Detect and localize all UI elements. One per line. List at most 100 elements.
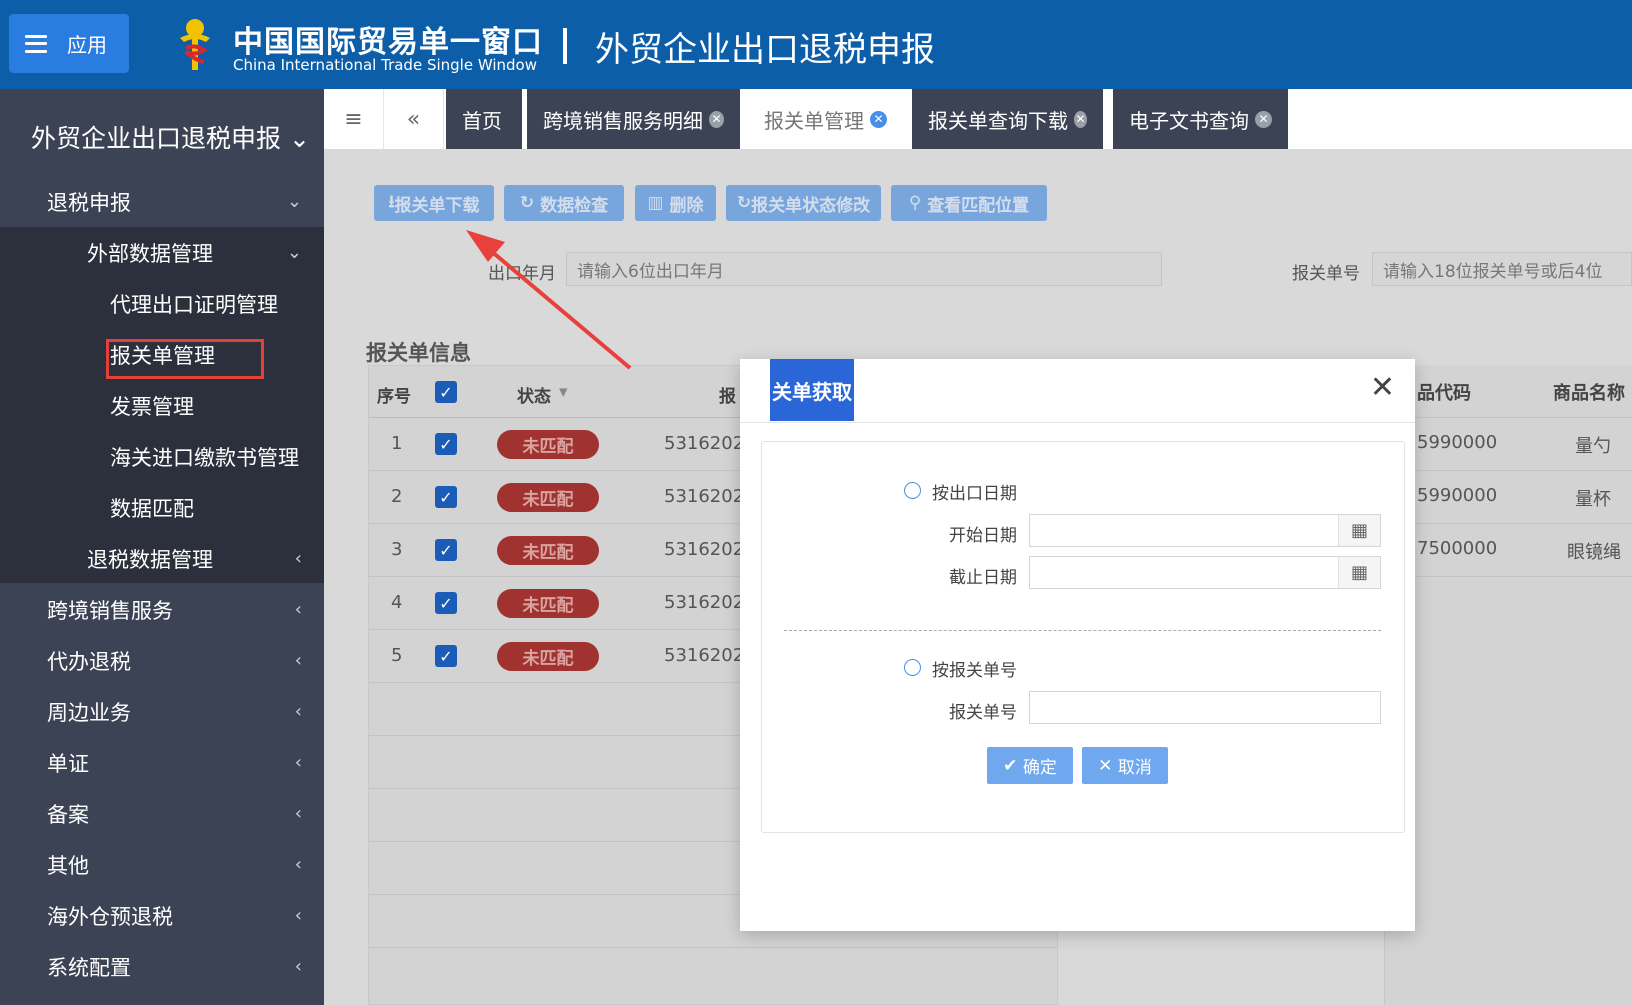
- table-header: 品代码 商品名称: [1385, 365, 1632, 418]
- row-checkbox[interactable]: ✓: [435, 592, 457, 614]
- select-all-checkbox[interactable]: ✓: [435, 381, 457, 403]
- row-checkbox[interactable]: ✓: [435, 645, 457, 667]
- export-month-input[interactable]: 请输入6位出口年月: [566, 252, 1162, 286]
- chevron-left-icon: ‹: [294, 599, 302, 620]
- confirm-button[interactable]: ✔ 确定: [987, 747, 1073, 784]
- table-row[interactable]: 5990000 量杯: [1385, 471, 1632, 524]
- app-menu-label: 应用: [67, 33, 107, 57]
- declaration-no-field-label: 报关单号: [949, 703, 1017, 723]
- declaration-no-label: 报关单号: [1292, 264, 1360, 284]
- close-icon[interactable]: ✕: [1255, 110, 1272, 128]
- chevron-left-icon: ‹: [294, 854, 302, 875]
- table-row[interactable]: 5990000 量勺: [1385, 418, 1632, 471]
- menu-toggle-icon[interactable]: ≡: [324, 89, 384, 149]
- tab-declaration-mgmt[interactable]: 报关单管理 ✕: [748, 89, 909, 149]
- sidebar-item-cross-border[interactable]: 跨境销售服务 ‹: [0, 584, 324, 635]
- chevron-left-icon: ‹: [294, 752, 302, 773]
- start-date-label: 开始日期: [949, 526, 1017, 546]
- sidebar-item-system-config[interactable]: 系统配置 ‹: [0, 941, 324, 992]
- sort-caret-icon[interactable]: ▾: [559, 382, 568, 402]
- hamburger-icon: [25, 34, 47, 53]
- declaration-no-input[interactable]: 请输入18位报关单号或后4位: [1372, 252, 1632, 286]
- download-declaration-button[interactable]: ⭳ 报关单下载: [374, 185, 494, 221]
- data-check-button[interactable]: ↻ 数据检查: [504, 185, 624, 221]
- app-menu-button[interactable]: 应用: [9, 14, 129, 73]
- dialog-body: 按出口日期 开始日期 ▦ 截止日期 ▦ 按报关单号 报关单号 ✔ 确定 ✕ 取消: [761, 441, 1405, 833]
- close-icon: ✕: [1098, 755, 1118, 776]
- declaration-fetch-dialog: 关单获取 ✕ 按出口日期 开始日期 ▦ 截止日期 ▦ 按报关单号 报关单号 ✔ …: [740, 359, 1415, 931]
- cancel-button[interactable]: ✕ 取消: [1082, 747, 1168, 784]
- sidebar-title[interactable]: 外贸企业出口退税申报 ⌄: [31, 119, 310, 155]
- sidebar-item-peripheral[interactable]: 周边业务 ‹: [0, 686, 324, 737]
- chevron-left-icon: ‹: [294, 701, 302, 722]
- dialog-header: 关单获取 ✕: [740, 359, 1415, 423]
- trash-icon: ▥: [647, 193, 670, 213]
- by-date-radio[interactable]: [904, 482, 921, 499]
- check-icon: ✔: [1003, 755, 1023, 776]
- view-match-button[interactable]: ⚲ 查看匹配位置: [891, 185, 1047, 221]
- tab-home[interactable]: 首页: [446, 89, 522, 149]
- by-number-radio[interactable]: [904, 659, 921, 676]
- sidebar-item-external-data[interactable]: 外部数据管理 ⌄: [0, 227, 324, 278]
- sidebar-item-overseas-warehouse[interactable]: 海外仓预退税 ‹: [0, 890, 324, 941]
- highlight-box: [106, 339, 264, 379]
- sidebar-item-customs-payment[interactable]: 海关进口缴款书管理: [0, 431, 324, 482]
- row-checkbox[interactable]: ✓: [435, 539, 457, 561]
- chevron-down-icon: ⌄: [286, 191, 302, 212]
- status-edit-button[interactable]: ↻ 报关单状态修改: [726, 185, 881, 221]
- status-badge: 未匹配: [497, 483, 599, 512]
- dialog-title: 关单获取: [770, 359, 854, 421]
- sidebar-item-documents[interactable]: 单证 ‹: [0, 737, 324, 788]
- system-title: 外贸企业出口退税申报: [595, 30, 935, 70]
- row-checkbox[interactable]: ✓: [435, 433, 457, 455]
- close-icon[interactable]: ✕: [709, 110, 724, 128]
- brand-separator: [563, 28, 567, 64]
- chevron-down-icon: ⌄: [288, 124, 310, 153]
- status-badge: 未匹配: [497, 430, 599, 459]
- sidebar-item-filing[interactable]: 备案 ‹: [0, 788, 324, 839]
- end-date-input[interactable]: ▦: [1029, 556, 1381, 589]
- tab-declaration-query[interactable]: 报关单查询下载 ✕: [912, 89, 1103, 149]
- status-badge: 未匹配: [497, 642, 599, 671]
- tab-e-document-query[interactable]: 电子文书查询 ✕: [1113, 89, 1288, 149]
- end-date-label: 截止日期: [949, 568, 1017, 588]
- chevron-left-icon: ‹: [294, 803, 302, 824]
- close-icon[interactable]: ✕: [1370, 373, 1395, 403]
- sidebar-item-tax-refund[interactable]: 退税申报 ⌄: [0, 176, 324, 227]
- chevron-left-icon: ‹: [294, 956, 302, 977]
- refresh-icon: ↻: [736, 193, 752, 213]
- start-date-input[interactable]: ▦: [1029, 514, 1381, 547]
- sidebar-item-other[interactable]: 其他 ‹: [0, 839, 324, 890]
- refresh-icon: ↻: [519, 193, 541, 213]
- sidebar-item-refund-data[interactable]: 退税数据管理 ‹: [0, 533, 324, 584]
- divider: [784, 630, 1381, 631]
- goods-table: 品代码 商品名称 5990000 量勺 5990000 量杯 7500000 眼…: [1384, 365, 1632, 1005]
- table-row[interactable]: 7500000 眼镜绳: [1385, 524, 1632, 577]
- chevron-down-icon: ⌄: [286, 242, 302, 263]
- chevron-left-icon: ‹: [294, 548, 302, 569]
- top-header: 应用 中国国际贸易单一窗口 China International Trade …: [0, 0, 1632, 89]
- status-badge: 未匹配: [497, 536, 599, 565]
- section-title: 报关单信息: [366, 341, 471, 365]
- tab-bar: ≡ « 首页 跨境销售服务明细 ✕ 报关单管理 ✕ 报关单查询下载 ✕ 电子文书查询 ✕: [324, 89, 1632, 149]
- sidebar-item-data-match[interactable]: 数据匹配: [0, 482, 324, 533]
- sidebar-item-agency-refund[interactable]: 代办退税 ‹: [0, 635, 324, 686]
- declaration-no-field[interactable]: [1029, 691, 1381, 724]
- sidebar-item-agent-export[interactable]: 代理出口证明管理: [0, 278, 324, 329]
- by-number-label: 按报关单号: [932, 661, 1017, 681]
- search-icon: ⚲: [908, 193, 928, 213]
- tab-cross-border-detail[interactable]: 跨境销售服务明细 ✕: [527, 89, 740, 149]
- sidebar-submenu: 外部数据管理 ⌄ 代理出口证明管理 报关单管理 发票管理 海关进口缴款书管理 数…: [0, 227, 324, 583]
- delete-button[interactable]: ▥ 删除: [635, 185, 716, 221]
- row-checkbox[interactable]: ✓: [435, 486, 457, 508]
- chevron-left-icon: ‹: [294, 650, 302, 671]
- brand-name-cn: 中国国际贸易单一窗口: [233, 25, 543, 60]
- by-date-label: 按出口日期: [932, 484, 1017, 504]
- sidebar-item-invoice[interactable]: 发票管理: [0, 380, 324, 431]
- calendar-icon[interactable]: ▦: [1338, 515, 1380, 546]
- tab-scroll-left-icon[interactable]: «: [384, 89, 444, 149]
- close-icon[interactable]: ✕: [870, 110, 887, 128]
- calendar-icon[interactable]: ▦: [1338, 557, 1380, 588]
- close-icon[interactable]: ✕: [1074, 110, 1087, 128]
- brand-name-en: China International Trade Single Window: [233, 56, 537, 74]
